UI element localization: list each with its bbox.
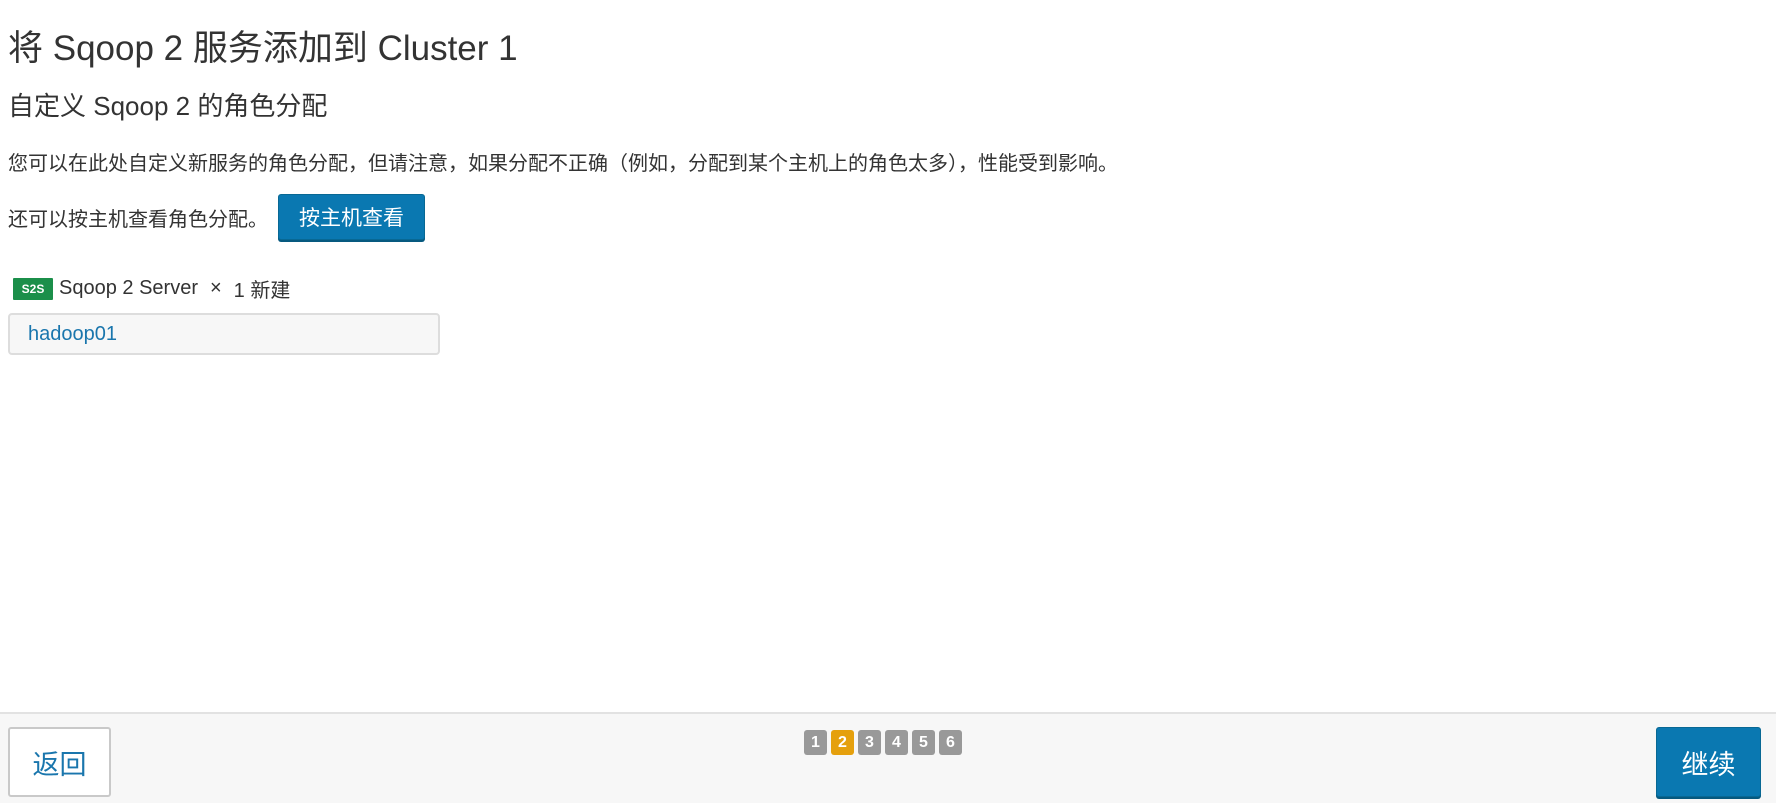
role-header: S2S Sqoop 2 Server × 1 新建 <box>13 274 290 303</box>
step-4[interactable]: 4 <box>885 730 908 755</box>
role-times-sign: × <box>209 277 222 299</box>
host-view-row: 还可以按主机查看角色分配。 按主机查看 <box>8 194 425 240</box>
host-link[interactable]: hadoop01 <box>28 323 117 346</box>
continue-button[interactable]: 继续 <box>1656 727 1761 797</box>
step-3[interactable]: 3 <box>858 730 881 755</box>
step-5[interactable]: 5 <box>912 730 935 755</box>
step-2[interactable]: 2 <box>831 730 854 755</box>
host-view-text: 还可以按主机查看角色分配。 <box>8 208 268 231</box>
role-count: 1 新建 <box>233 280 291 302</box>
step-6[interactable]: 6 <box>939 730 962 755</box>
role-name: Sqoop 2 Server <box>59 277 198 299</box>
description-text: 您可以在此处自定义新服务的角色分配，但请注意，如果分配不正确（例如，分配到某个主… <box>8 153 1118 175</box>
page-title: 将 Sqoop 2 服务添加到 Cluster 1 <box>8 29 518 68</box>
back-button[interactable]: 返回 <box>8 727 111 797</box>
footer-bar: 返回 1 2 3 4 5 6 继续 <box>0 712 1776 803</box>
host-selector[interactable]: hadoop01 <box>8 313 440 355</box>
page-subtitle: 自定义 Sqoop 2 的角色分配 <box>8 91 328 121</box>
wizard-steps: 1 2 3 4 5 6 <box>804 730 966 755</box>
step-1[interactable]: 1 <box>804 730 827 755</box>
view-by-host-button[interactable]: 按主机查看 <box>278 194 425 240</box>
role-badge: S2S <box>13 277 53 300</box>
page: 将 Sqoop 2 服务添加到 Cluster 1 自定义 Sqoop 2 的角… <box>0 0 1776 803</box>
